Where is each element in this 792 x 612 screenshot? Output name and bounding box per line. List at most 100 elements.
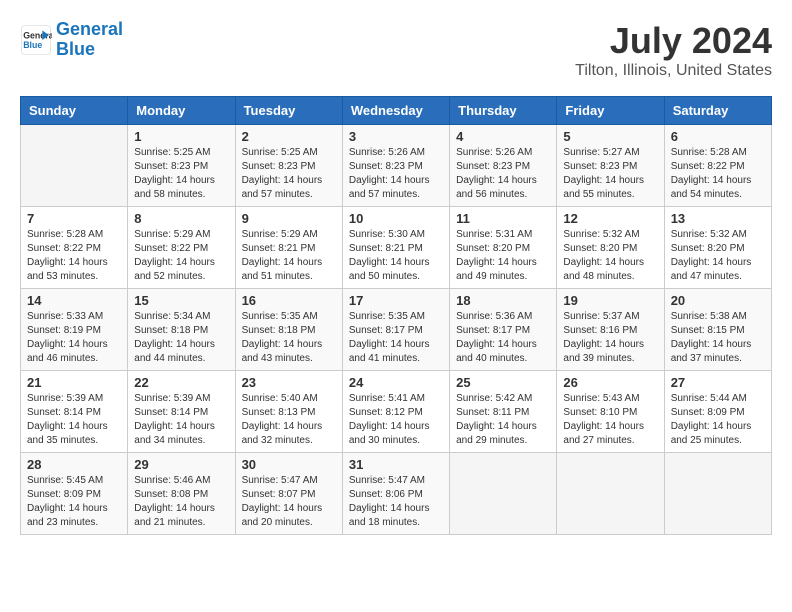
day-info: Sunrise: 5:30 AM Sunset: 8:21 PM Dayligh… (349, 228, 443, 284)
calendar-week-3: 14 Sunrise: 5:33 AM Sunset: 8:19 PM Dayl… (21, 289, 772, 371)
day-number: 16 (242, 293, 336, 308)
calendar-cell: 6 Sunrise: 5:28 AM Sunset: 8:22 PM Dayli… (664, 125, 771, 207)
day-number: 22 (134, 375, 228, 390)
weekday-header-monday: Monday (128, 97, 235, 125)
day-number: 2 (242, 129, 336, 144)
calendar-cell: 11 Sunrise: 5:31 AM Sunset: 8:20 PM Dayl… (450, 207, 557, 289)
calendar-cell (450, 453, 557, 535)
calendar-cell: 21 Sunrise: 5:39 AM Sunset: 8:14 PM Dayl… (21, 371, 128, 453)
day-number: 13 (671, 211, 765, 226)
day-number: 21 (27, 375, 121, 390)
day-number: 26 (563, 375, 657, 390)
calendar-cell: 8 Sunrise: 5:29 AM Sunset: 8:22 PM Dayli… (128, 207, 235, 289)
day-info: Sunrise: 5:29 AM Sunset: 8:21 PM Dayligh… (242, 228, 336, 284)
calendar-cell: 23 Sunrise: 5:40 AM Sunset: 8:13 PM Dayl… (235, 371, 342, 453)
calendar-cell: 14 Sunrise: 5:33 AM Sunset: 8:19 PM Dayl… (21, 289, 128, 371)
day-info: Sunrise: 5:36 AM Sunset: 8:17 PM Dayligh… (456, 310, 550, 366)
day-info: Sunrise: 5:26 AM Sunset: 8:23 PM Dayligh… (456, 146, 550, 202)
day-info: Sunrise: 5:34 AM Sunset: 8:18 PM Dayligh… (134, 310, 228, 366)
day-info: Sunrise: 5:35 AM Sunset: 8:17 PM Dayligh… (349, 310, 443, 366)
calendar-cell: 20 Sunrise: 5:38 AM Sunset: 8:15 PM Dayl… (664, 289, 771, 371)
logo-icon: General Blue (20, 24, 52, 56)
calendar-cell: 27 Sunrise: 5:44 AM Sunset: 8:09 PM Dayl… (664, 371, 771, 453)
day-info: Sunrise: 5:37 AM Sunset: 8:16 PM Dayligh… (563, 310, 657, 366)
calendar-cell: 18 Sunrise: 5:36 AM Sunset: 8:17 PM Dayl… (450, 289, 557, 371)
day-number: 3 (349, 129, 443, 144)
calendar-cell: 22 Sunrise: 5:39 AM Sunset: 8:14 PM Dayl… (128, 371, 235, 453)
calendar-cell: 2 Sunrise: 5:25 AM Sunset: 8:23 PM Dayli… (235, 125, 342, 207)
day-info: Sunrise: 5:39 AM Sunset: 8:14 PM Dayligh… (27, 392, 121, 448)
day-info: Sunrise: 5:35 AM Sunset: 8:18 PM Dayligh… (242, 310, 336, 366)
calendar-header-row: SundayMondayTuesdayWednesdayThursdayFrid… (21, 97, 772, 125)
calendar-cell: 28 Sunrise: 5:45 AM Sunset: 8:09 PM Dayl… (21, 453, 128, 535)
day-number: 17 (349, 293, 443, 308)
day-number: 7 (27, 211, 121, 226)
calendar-cell: 15 Sunrise: 5:34 AM Sunset: 8:18 PM Dayl… (128, 289, 235, 371)
day-number: 1 (134, 129, 228, 144)
logo-name: GeneralBlue (56, 20, 123, 60)
day-info: Sunrise: 5:43 AM Sunset: 8:10 PM Dayligh… (563, 392, 657, 448)
day-number: 27 (671, 375, 765, 390)
logo: General Blue GeneralBlue (20, 20, 123, 60)
calendar-cell: 13 Sunrise: 5:32 AM Sunset: 8:20 PM Dayl… (664, 207, 771, 289)
day-number: 11 (456, 211, 550, 226)
day-number: 5 (563, 129, 657, 144)
calendar-cell: 7 Sunrise: 5:28 AM Sunset: 8:22 PM Dayli… (21, 207, 128, 289)
day-number: 28 (27, 457, 121, 472)
day-info: Sunrise: 5:28 AM Sunset: 8:22 PM Dayligh… (27, 228, 121, 284)
day-number: 25 (456, 375, 550, 390)
day-info: Sunrise: 5:46 AM Sunset: 8:08 PM Dayligh… (134, 474, 228, 530)
page-header: General Blue GeneralBlue July 2024 Tilto… (20, 20, 772, 80)
weekday-header-sunday: Sunday (21, 97, 128, 125)
day-number: 20 (671, 293, 765, 308)
calendar-cell: 4 Sunrise: 5:26 AM Sunset: 8:23 PM Dayli… (450, 125, 557, 207)
calendar-cell: 24 Sunrise: 5:41 AM Sunset: 8:12 PM Dayl… (342, 371, 449, 453)
day-info: Sunrise: 5:41 AM Sunset: 8:12 PM Dayligh… (349, 392, 443, 448)
calendar-cell: 25 Sunrise: 5:42 AM Sunset: 8:11 PM Dayl… (450, 371, 557, 453)
weekday-header-thursday: Thursday (450, 97, 557, 125)
day-number: 8 (134, 211, 228, 226)
day-number: 10 (349, 211, 443, 226)
day-info: Sunrise: 5:29 AM Sunset: 8:22 PM Dayligh… (134, 228, 228, 284)
calendar-cell: 29 Sunrise: 5:46 AM Sunset: 8:08 PM Dayl… (128, 453, 235, 535)
day-number: 23 (242, 375, 336, 390)
title-block: July 2024 Tilton, Illinois, United State… (575, 20, 772, 80)
calendar-cell: 3 Sunrise: 5:26 AM Sunset: 8:23 PM Dayli… (342, 125, 449, 207)
calendar-cell: 19 Sunrise: 5:37 AM Sunset: 8:16 PM Dayl… (557, 289, 664, 371)
calendar-table: SundayMondayTuesdayWednesdayThursdayFrid… (20, 96, 772, 535)
calendar-cell (21, 125, 128, 207)
day-info: Sunrise: 5:44 AM Sunset: 8:09 PM Dayligh… (671, 392, 765, 448)
day-info: Sunrise: 5:42 AM Sunset: 8:11 PM Dayligh… (456, 392, 550, 448)
calendar-cell: 9 Sunrise: 5:29 AM Sunset: 8:21 PM Dayli… (235, 207, 342, 289)
day-number: 6 (671, 129, 765, 144)
svg-text:Blue: Blue (23, 40, 42, 50)
calendar-cell: 17 Sunrise: 5:35 AM Sunset: 8:17 PM Dayl… (342, 289, 449, 371)
calendar-cell: 26 Sunrise: 5:43 AM Sunset: 8:10 PM Dayl… (557, 371, 664, 453)
day-number: 18 (456, 293, 550, 308)
calendar-cell: 1 Sunrise: 5:25 AM Sunset: 8:23 PM Dayli… (128, 125, 235, 207)
day-info: Sunrise: 5:40 AM Sunset: 8:13 PM Dayligh… (242, 392, 336, 448)
day-info: Sunrise: 5:38 AM Sunset: 8:15 PM Dayligh… (671, 310, 765, 366)
day-info: Sunrise: 5:26 AM Sunset: 8:23 PM Dayligh… (349, 146, 443, 202)
day-number: 19 (563, 293, 657, 308)
day-info: Sunrise: 5:31 AM Sunset: 8:20 PM Dayligh… (456, 228, 550, 284)
calendar-cell (557, 453, 664, 535)
calendar-cell: 31 Sunrise: 5:47 AM Sunset: 8:06 PM Dayl… (342, 453, 449, 535)
weekday-header-tuesday: Tuesday (235, 97, 342, 125)
day-number: 29 (134, 457, 228, 472)
calendar-cell: 5 Sunrise: 5:27 AM Sunset: 8:23 PM Dayli… (557, 125, 664, 207)
calendar-cell: 12 Sunrise: 5:32 AM Sunset: 8:20 PM Dayl… (557, 207, 664, 289)
day-number: 14 (27, 293, 121, 308)
calendar-cell: 10 Sunrise: 5:30 AM Sunset: 8:21 PM Dayl… (342, 207, 449, 289)
day-number: 30 (242, 457, 336, 472)
weekday-header-wednesday: Wednesday (342, 97, 449, 125)
day-number: 4 (456, 129, 550, 144)
day-info: Sunrise: 5:47 AM Sunset: 8:06 PM Dayligh… (349, 474, 443, 530)
calendar-week-2: 7 Sunrise: 5:28 AM Sunset: 8:22 PM Dayli… (21, 207, 772, 289)
page-title: July 2024 (575, 20, 772, 62)
weekday-header-saturday: Saturday (664, 97, 771, 125)
weekday-header-friday: Friday (557, 97, 664, 125)
day-number: 12 (563, 211, 657, 226)
day-info: Sunrise: 5:47 AM Sunset: 8:07 PM Dayligh… (242, 474, 336, 530)
calendar-cell (664, 453, 771, 535)
